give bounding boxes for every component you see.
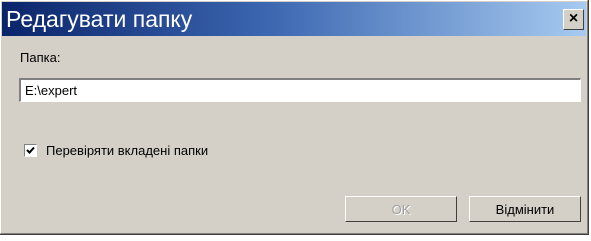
title-bar[interactable]: Редагувати папку × bbox=[2, 2, 586, 36]
ok-button[interactable]: OK bbox=[345, 196, 457, 222]
folder-path-input[interactable] bbox=[19, 78, 581, 102]
edit-folder-dialog: Редагувати папку × Папка: Перевіряти вкл… bbox=[0, 0, 589, 235]
checkmark-icon bbox=[26, 146, 35, 154]
close-icon: × bbox=[568, 10, 579, 27]
close-button[interactable]: × bbox=[563, 9, 584, 30]
folder-label: Папка: bbox=[20, 50, 61, 65]
check-subfolders-checkbox[interactable] bbox=[24, 144, 37, 157]
dialog-title: Редагувати папку bbox=[6, 6, 193, 32]
check-subfolders-label: Перевіряти вкладені папки bbox=[46, 143, 209, 158]
cancel-button[interactable]: Відмінити bbox=[469, 196, 581, 222]
